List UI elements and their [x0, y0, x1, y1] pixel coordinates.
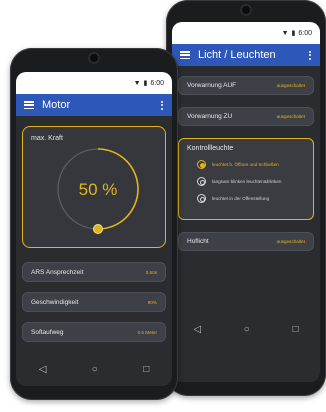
home-circle-icon[interactable]: ○	[92, 364, 98, 375]
screen-motor: ▼ ▮ 6:00 Motor max. Kraft 50 % ARS Anspr…	[16, 72, 172, 386]
setting-softaufweg[interactable]: Softaufweg 0.5 Meter	[22, 322, 166, 342]
battery-icon: ▮	[291, 30, 296, 37]
app-bar: Motor	[16, 94, 172, 116]
back-triangle-icon[interactable]: ◁	[39, 364, 47, 375]
page-title: Licht / Leuchten	[198, 49, 276, 61]
setting-vorwarnung-zu[interactable]: Vorwarnung ZU ausgeschaltet	[178, 107, 314, 126]
wifi-icon: ▼	[133, 79, 141, 87]
page-title: Motor	[42, 99, 71, 111]
recent-square-icon[interactable]: □	[143, 364, 149, 375]
phone-licht: ▼ ▮ 6:00 Licht / Leuchten Vorwarnung AUF…	[166, 0, 326, 396]
front-camera	[240, 4, 252, 16]
nav-bar: ◁ ○ □	[16, 356, 172, 382]
battery-icon: ▮	[143, 80, 148, 87]
radio-option-2[interactable]: langsam blinken leuchten&blinken	[197, 177, 305, 186]
radio-label: leuchtet b. Öffnen und Schließen	[212, 162, 279, 167]
setting-ars-ansprechzeit[interactable]: ARS Ansprechzeit 0.50s	[22, 262, 166, 282]
setting-label: Geschwindigkeit	[31, 298, 79, 306]
max-kraft-panel: max. Kraft 50 %	[22, 126, 166, 248]
radio-option-1[interactable]: leuchtet b. Öffnen und Schließen	[197, 160, 305, 169]
stage: ▼ ▮ 6:00 Licht / Leuchten Vorwarnung AUF…	[0, 0, 326, 412]
setting-value: 0.50s	[145, 269, 157, 275]
kebab-icon[interactable]	[309, 50, 312, 60]
radio-option-3[interactable]: leuchtet in der Offenstellung	[197, 194, 305, 203]
setting-value: ausgeschaltet	[276, 239, 305, 244]
status-bar: ▼ ▮ 6:00	[16, 72, 172, 94]
setting-label: ARS Ansprechzeit	[31, 268, 84, 276]
setting-label: Vorwarnung ZU	[187, 113, 233, 120]
radio-unselected-icon	[197, 177, 206, 186]
screen-licht: ▼ ▮ 6:00 Licht / Leuchten Vorwarnung AUF…	[172, 22, 320, 382]
kontrollleuchte-title: Kontrollleuchte	[187, 145, 234, 152]
app-bar: Licht / Leuchten	[172, 44, 320, 66]
setting-value: 90%	[147, 299, 157, 305]
back-triangle-icon[interactable]: ◁	[193, 324, 201, 335]
radio-label: leuchtet in der Offenstellung	[212, 196, 270, 201]
setting-value: 0.5 Meter	[137, 329, 157, 335]
radio-label: langsam blinken leuchten&blinken	[212, 179, 282, 184]
front-camera	[88, 52, 100, 64]
setting-label: Hoflicht	[187, 238, 209, 245]
setting-label: Vorwarnung AUF	[187, 82, 237, 89]
home-circle-icon[interactable]: ○	[244, 324, 250, 335]
recent-square-icon[interactable]: □	[293, 324, 299, 335]
radio-selected-icon	[197, 160, 206, 169]
setting-hoflicht[interactable]: Hoflicht ausgeschaltet	[178, 232, 314, 251]
settings-list: Vorwarnung AUF ausgeschaltet Vorwarnung …	[172, 66, 320, 251]
kontrollleuchte-panel: Kontrollleuchte leuchtet b. Öffnen und S…	[178, 138, 314, 220]
kraft-dial: 50 %	[57, 148, 139, 234]
radio-unselected-icon	[197, 194, 206, 203]
hamburger-icon[interactable]	[24, 101, 34, 109]
status-time: 6:00	[150, 79, 164, 87]
wifi-icon: ▼	[281, 29, 289, 37]
setting-geschwindigkeit[interactable]: Geschwindigkeit 90%	[22, 292, 166, 312]
setting-label: Softaufweg	[31, 328, 64, 336]
kraft-value: 50 %	[79, 180, 118, 199]
setting-value: ausgeschaltet	[276, 114, 305, 119]
status-bar: ▼ ▮ 6:00	[172, 22, 320, 44]
dial-knob[interactable]	[93, 224, 103, 234]
kebab-icon[interactable]	[161, 100, 164, 110]
setting-value: ausgeschaltet	[276, 83, 305, 88]
hamburger-icon[interactable]	[180, 51, 190, 59]
nav-bar: ◁ ○ □	[172, 316, 320, 342]
status-time: 6:00	[298, 29, 312, 37]
phone-motor: ▼ ▮ 6:00 Motor max. Kraft 50 % ARS Anspr…	[10, 48, 178, 400]
setting-vorwarnung-auf[interactable]: Vorwarnung AUF ausgeschaltet	[178, 76, 314, 95]
